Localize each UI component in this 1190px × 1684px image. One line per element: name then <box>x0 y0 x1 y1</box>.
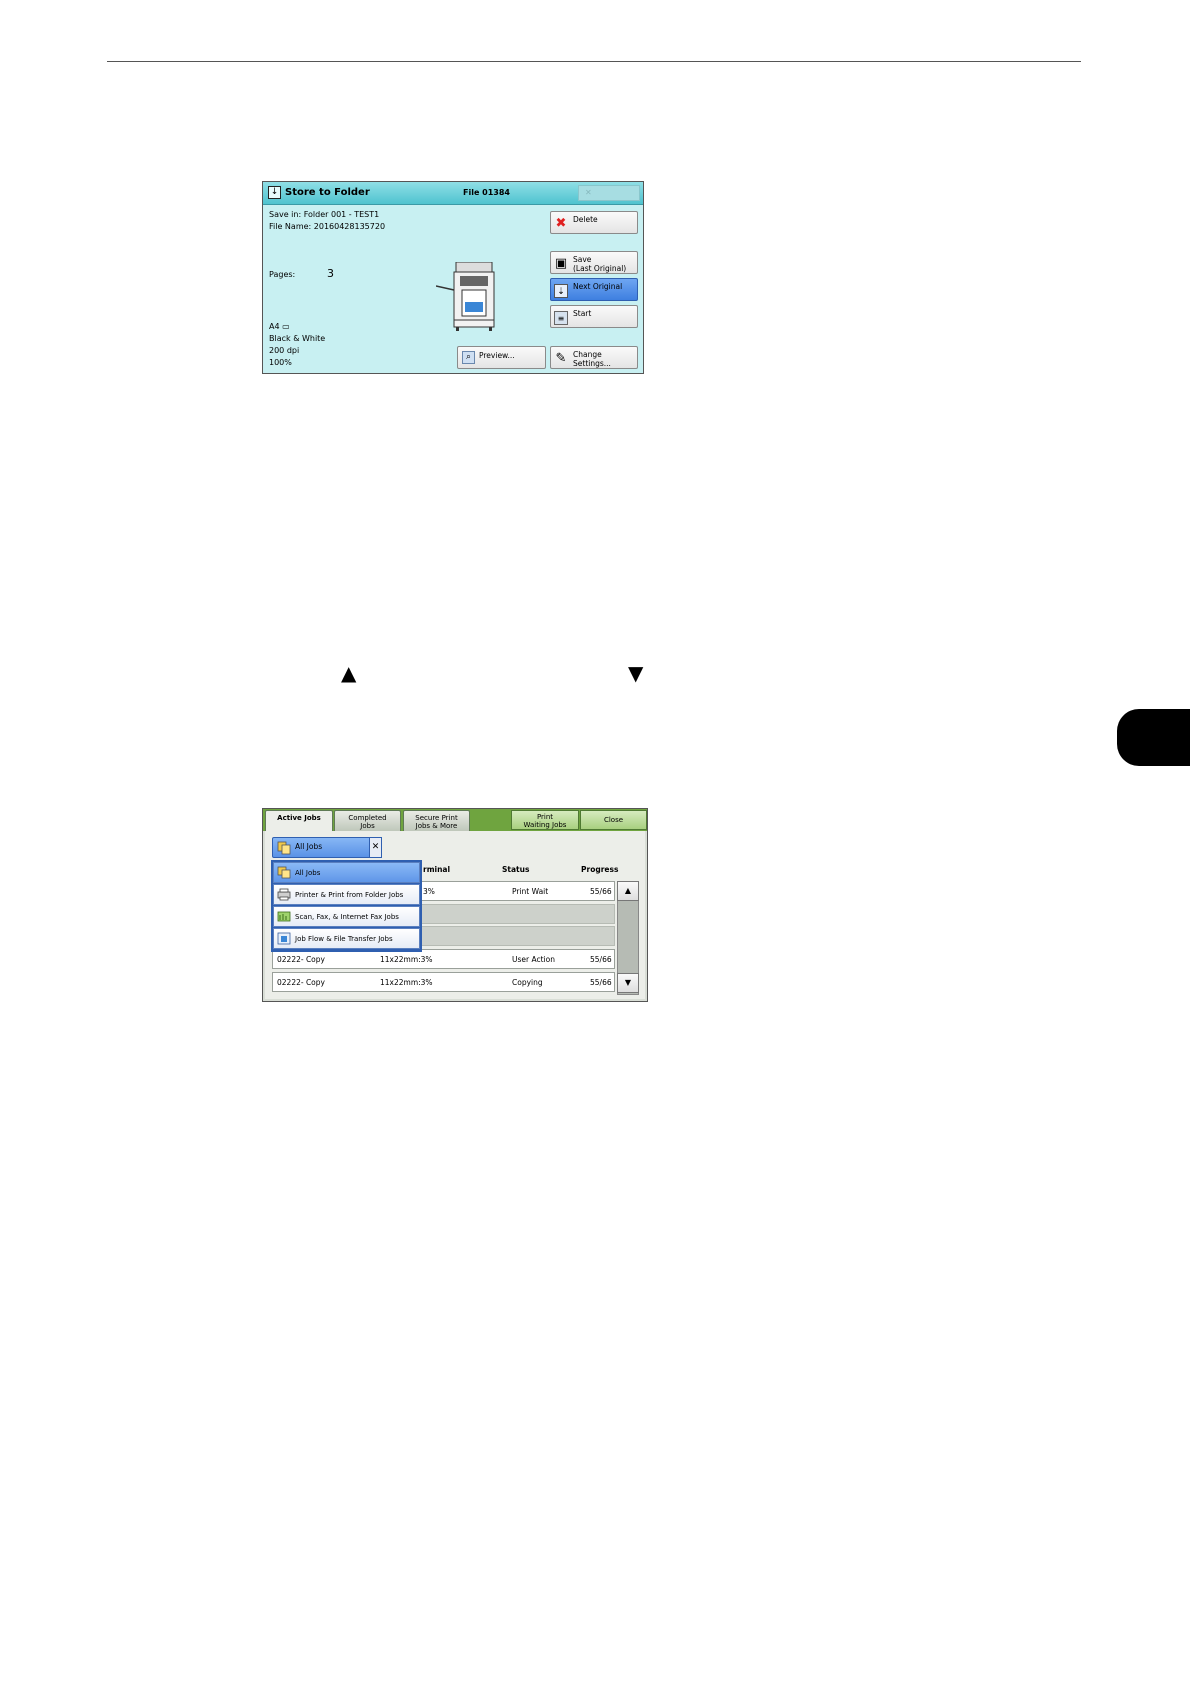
all-jobs-icon <box>277 841 291 855</box>
job-flow-icon <box>277 932 291 945</box>
start-button[interactable]: ≡ Start <box>550 305 638 328</box>
scan-icon <box>277 911 291 922</box>
tab-completed-jobs[interactable]: Completed Jobs <box>334 810 401 831</box>
job-status-screen: Active Jobs Completed Jobs Secure Print … <box>262 808 648 1002</box>
close-button-disabled: ✕ <box>578 185 640 201</box>
color-mode: Black & White <box>269 334 326 343</box>
paper-size: A4 ▭ <box>269 322 290 331</box>
filter-selected-label: All Jobs <box>295 842 323 851</box>
floppy-disk-icon: ▣ <box>554 256 568 271</box>
job-filter-menu: All Jobs Printer & Print from Folder Job… <box>271 860 422 952</box>
close-dropdown-icon[interactable]: ✕ <box>369 837 382 858</box>
table-row[interactable]: 02222- Copy 11x22mm:3% User Action 55/66 <box>272 949 615 969</box>
column-progress: Progress <box>581 865 619 874</box>
all-jobs-icon <box>277 866 291 879</box>
down-arrow-symbol: ▼ <box>628 661 644 685</box>
chapter-tab <box>1117 709 1190 766</box>
header-rule <box>107 61 1081 62</box>
printer-icon <box>277 888 291 901</box>
next-original-button[interactable]: ⇣ Next Original <box>550 278 638 301</box>
delete-button[interactable]: ✖ Delete <box>550 211 638 234</box>
menu-item-job-flow-jobs[interactable]: Job Flow & File Transfer Jobs <box>273 928 420 949</box>
file-name-text: File Name: 20160428135720 <box>269 222 386 231</box>
pages-label: Pages: <box>269 270 296 279</box>
store-icon: ↓ <box>268 186 281 199</box>
delete-x-icon: ✖ <box>555 216 567 231</box>
up-arrow-symbol: ▲ <box>341 661 357 685</box>
scroll-up-button[interactable]: ▲ <box>617 881 639 901</box>
change-settings-button[interactable]: ✎ Change Settings... <box>550 346 638 369</box>
next-original-icon: ⇣ <box>554 284 568 298</box>
print-waiting-jobs-button[interactable]: Print Waiting Jobs <box>511 810 579 830</box>
scroll-down-button[interactable]: ▼ <box>617 973 639 993</box>
job-filter-dropdown[interactable]: All Jobs ✕ <box>272 837 382 858</box>
preview-button[interactable]: ⌕ Preview... <box>457 346 546 369</box>
screen-title: Store to Folder <box>285 187 370 198</box>
file-number: File 01384 <box>463 188 510 197</box>
column-terminal: rminal <box>423 865 451 874</box>
menu-item-printer-jobs[interactable]: Printer & Print from Folder Jobs <box>273 884 420 905</box>
resolution: 200 dpi <box>269 346 300 355</box>
menu-item-all-jobs[interactable]: All Jobs <box>273 862 420 883</box>
scale: 100% <box>269 358 292 367</box>
printer-machine-illustration <box>436 262 495 331</box>
tab-secure-print[interactable]: Secure Print Jobs & More <box>403 810 470 831</box>
column-status: Status <box>502 865 530 874</box>
title-bar: ↓ Store to Folder File 01384 ✕ <box>263 182 643 205</box>
magnifier-icon: ⌕ <box>462 351 475 364</box>
save-last-original-button[interactable]: ▣ Save (Last Original) <box>550 251 638 274</box>
store-to-folder-screen: ↓ Store to Folder File 01384 ✕ Save in: … <box>262 181 644 374</box>
pages-value: 3 <box>327 267 334 280</box>
table-row[interactable]: 02222- Copy 11x22mm:3% Copying 55/66 <box>272 972 615 992</box>
close-button[interactable]: Close <box>580 810 647 830</box>
start-icon: ≡ <box>554 311 568 325</box>
menu-item-scan-fax-jobs[interactable]: Scan, Fax, & Internet Fax Jobs <box>273 906 420 927</box>
tab-active-jobs[interactable]: Active Jobs <box>265 810 333 833</box>
wrench-icon: ✎ <box>555 351 567 366</box>
save-in-text: Save in: Folder 001 - TEST1 <box>269 210 380 219</box>
